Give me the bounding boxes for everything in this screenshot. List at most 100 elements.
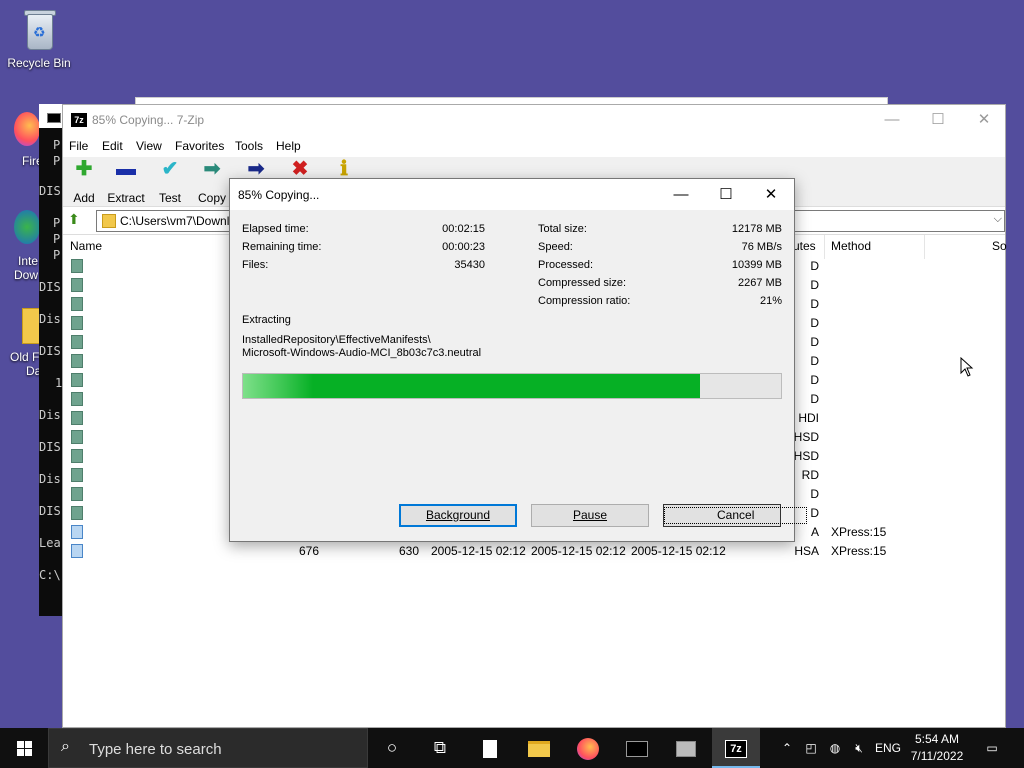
- desktop-icon-partial-internet-download[interactable]: Inte Dow: [14, 210, 40, 282]
- console-line: P: [53, 138, 61, 152]
- maximize-button[interactable]: ☐: [915, 105, 961, 135]
- close-icon: ✕: [764, 186, 778, 203]
- taskbar-notepad[interactable]: [466, 728, 514, 768]
- table-row[interactable]: 676 630 2005-12-15 02:12 2005-12-15 02:12 20…: [63, 542, 1005, 561]
- dialog-minimize-button[interactable]: —: [658, 179, 704, 210]
- firefox-icon: [577, 737, 599, 760]
- files-label: Files:: [242, 259, 269, 271]
- cancel-button[interactable]: Cancel: [663, 504, 808, 527]
- taskbar-firefox[interactable]: [564, 728, 612, 768]
- show-hidden-icons-button[interactable]: ⌃: [778, 728, 796, 768]
- row-modified: 2005-12-15 02:12: [431, 544, 526, 558]
- file-icon: [71, 525, 83, 539]
- progress-bar: [242, 373, 782, 399]
- 7zip-icon: 7z: [725, 739, 747, 758]
- console-line: Dis: [39, 312, 61, 326]
- elapsed-time-label: Elapsed time:: [242, 223, 309, 235]
- folder-icon: [71, 411, 83, 425]
- menu-help[interactable]: Help: [276, 139, 301, 153]
- menu-edit[interactable]: Edit: [102, 139, 123, 153]
- console-line: DIS: [39, 344, 61, 358]
- folder-icon: [71, 316, 83, 330]
- cortana-button[interactable]: ○: [368, 728, 416, 768]
- dialog-title: 85% Copying...: [238, 188, 320, 202]
- toolbar-copy-button[interactable]: ➡ Copy: [195, 157, 229, 205]
- folder-icon: [71, 468, 83, 482]
- background-button[interactable]: Background: [399, 504, 517, 527]
- toolbar-test-button[interactable]: ✔ Test: [153, 157, 187, 205]
- dialog-titlebar: 85% Copying... — ☐ ✕: [230, 179, 794, 210]
- file-icon: [71, 544, 83, 558]
- tray-meet-now[interactable]: ◰: [802, 728, 820, 768]
- dialog-maximize-button[interactable]: ☐: [703, 179, 749, 210]
- pause-button[interactable]: Pause: [531, 504, 649, 527]
- toolbar-extract-button[interactable]: ▬ Extract: [105, 157, 147, 205]
- check-icon: ✔: [161, 158, 179, 180]
- download-manager-icon: [14, 210, 40, 244]
- folder-icon: [71, 373, 83, 387]
- menu-file[interactable]: File: [69, 139, 88, 153]
- processed-label: Processed:: [538, 259, 594, 271]
- cancel-button-label: Cancel: [664, 507, 808, 524]
- progress-dialog: 85% Copying... — ☐ ✕ Elapsed time: 00:02…: [229, 178, 808, 542]
- task-view-icon: ⧉: [433, 738, 447, 757]
- recycle-bin-icon: ♻: [19, 8, 59, 52]
- close-button[interactable]: ✕: [961, 105, 1007, 135]
- column-header-method[interactable]: Method: [831, 239, 871, 253]
- folder-icon: [71, 278, 83, 292]
- folder-icon: [71, 354, 83, 368]
- toolbar-label: Copy: [197, 191, 226, 205]
- minimize-button[interactable]: —: [869, 105, 915, 135]
- remaining-time-value: 00:00:23: [442, 241, 485, 253]
- taskbar-file-explorer[interactable]: [515, 728, 563, 768]
- search-placeholder: Type here to search: [89, 741, 222, 758]
- row-accessed: 2005-12-15 02:12: [631, 544, 726, 558]
- taskbar-search-box[interactable]: ⌕ Type here to search: [48, 728, 368, 768]
- dialog-close-button[interactable]: ✕: [748, 179, 794, 210]
- toolbar-add-button[interactable]: ✚ Add: [67, 157, 101, 205]
- language-indicator[interactable]: ENG: [874, 728, 902, 768]
- console-line: P: [53, 248, 61, 262]
- menu-bar: File Edit View Favorites Tools Help: [63, 135, 1005, 157]
- menu-favorites[interactable]: Favorites: [175, 139, 224, 153]
- clock[interactable]: 5:54 AM 7/11/2022: [905, 731, 969, 765]
- desktop-icon-recycle-bin[interactable]: ♻ Recycle Bin: [1, 8, 77, 70]
- desktop-icon-label-2: Dow: [14, 268, 39, 282]
- menu-tools[interactable]: Tools: [235, 139, 263, 153]
- toolbar-label: Test: [158, 191, 181, 205]
- package-icon: [676, 740, 696, 757]
- address-path: C:\Users\vm7\Downl: [120, 214, 230, 228]
- column-header-name[interactable]: Name: [70, 239, 102, 253]
- tray-network[interactable]: ◍: [826, 728, 844, 768]
- console-icon: [47, 113, 61, 123]
- current-path-line1: InstalledRepository\EffectiveManifests\: [242, 334, 431, 346]
- console-line: Lea: [39, 536, 61, 550]
- menu-view[interactable]: View: [136, 139, 162, 153]
- taskbar-7zip[interactable]: 7z: [712, 728, 760, 768]
- minimize-icon: —: [673, 186, 689, 203]
- folder-icon: [71, 487, 83, 501]
- chevron-down-icon[interactable]: ⌵: [994, 213, 1002, 226]
- start-button[interactable]: [0, 728, 48, 768]
- desktop-icon-label: Recycle Bin: [7, 56, 71, 70]
- tray-volume[interactable]: 🔇︎: [850, 728, 868, 768]
- column-header-solid[interactable]: So: [992, 239, 1007, 253]
- folder-icon: [71, 430, 83, 444]
- notification-center-button[interactable]: ▭: [980, 728, 1004, 768]
- column-separator[interactable]: [924, 235, 925, 259]
- compressed-size-label: Compressed size:: [538, 277, 627, 289]
- copy-arrow-icon: ➡: [203, 158, 221, 180]
- taskbar-app[interactable]: [662, 728, 710, 768]
- task-view-button[interactable]: ⧉: [416, 728, 464, 768]
- elapsed-time-value: 00:02:15: [442, 223, 485, 235]
- column-separator[interactable]: [824, 235, 825, 259]
- console-line: DIS: [39, 280, 61, 294]
- folder-icon: [71, 392, 83, 406]
- up-folder-icon[interactable]: ⬆: [68, 211, 80, 228]
- console-line: C:\: [39, 568, 61, 582]
- clock-date: 7/11/2022: [910, 749, 964, 763]
- column-header-attributes[interactable]: utes: [793, 239, 816, 253]
- total-size-label: Total size:: [538, 223, 587, 235]
- taskbar-command-prompt[interactable]: [613, 728, 661, 768]
- 7zip-titlebar: 7z 85% Copying... 7-Zip — ☐ ✕: [63, 105, 1005, 135]
